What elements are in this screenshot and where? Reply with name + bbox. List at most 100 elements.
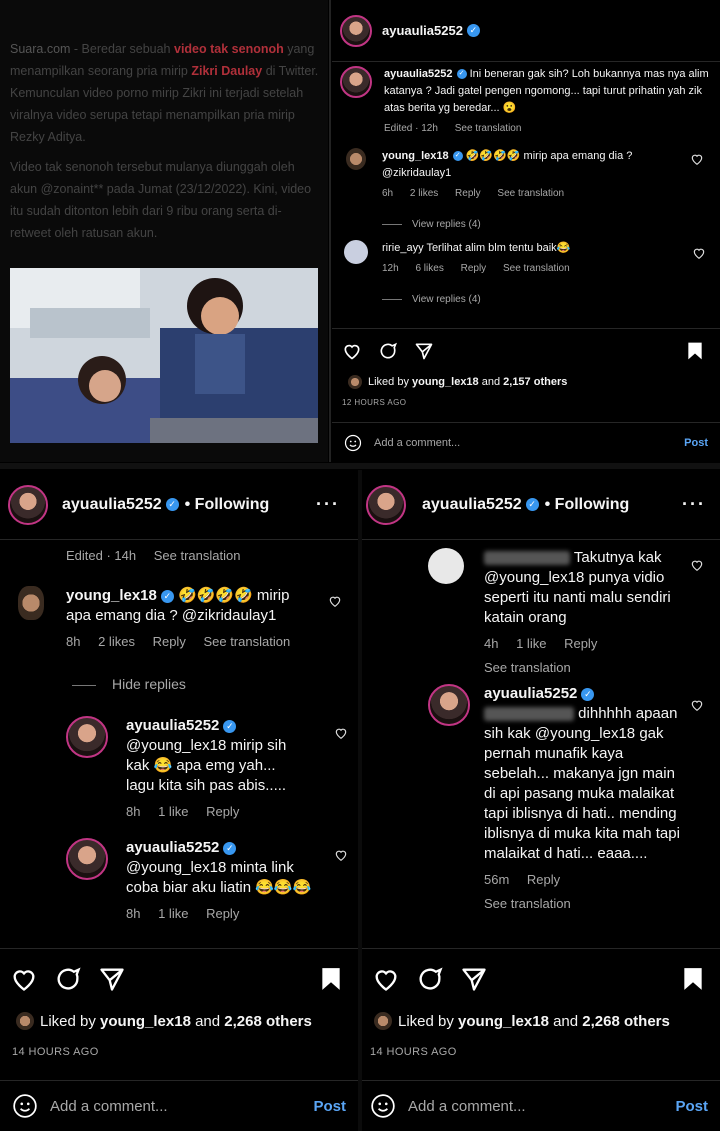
owner-avatar[interactable] bbox=[8, 484, 48, 525]
more-icon[interactable]: ··· bbox=[316, 494, 340, 515]
avatar[interactable] bbox=[18, 586, 44, 620]
avatar[interactable] bbox=[344, 240, 368, 264]
avatar[interactable] bbox=[66, 838, 108, 880]
reply-button[interactable]: Reply bbox=[461, 263, 487, 274]
owner-username[interactable]: ayuaulia5252 bbox=[422, 496, 522, 514]
likes-count[interactable]: 1 like bbox=[158, 906, 188, 921]
comment-username[interactable]: ririe_ayy bbox=[382, 242, 424, 254]
bookmark-icon[interactable] bbox=[320, 966, 342, 992]
heart-icon[interactable] bbox=[690, 558, 704, 572]
comment-input[interactable]: Add a comment... bbox=[50, 1098, 168, 1115]
more-icon[interactable]: ··· bbox=[682, 494, 706, 515]
comment-item: Takutnya kak @young_lex18 punya vidio se… bbox=[428, 548, 718, 678]
comment-username[interactable]: ayuaulia5252 bbox=[484, 685, 577, 702]
heart-icon[interactable] bbox=[328, 594, 342, 608]
heart-icon[interactable] bbox=[690, 698, 704, 712]
see-translation-link[interactable]: See translation bbox=[503, 263, 570, 274]
comment-input[interactable]: Add a comment... bbox=[408, 1098, 526, 1115]
owner-username[interactable]: ayuaulia5252 bbox=[382, 23, 463, 38]
comment-username[interactable]: ayuaulia5252 bbox=[126, 717, 219, 734]
heart-icon[interactable] bbox=[690, 152, 704, 166]
blurred-username bbox=[484, 707, 574, 722]
see-translation-link[interactable]: See translation bbox=[154, 548, 241, 563]
bookmark-icon[interactable] bbox=[682, 966, 704, 992]
avatar bbox=[348, 375, 362, 389]
post-button[interactable]: Post bbox=[675, 1098, 708, 1115]
heart-icon[interactable] bbox=[342, 341, 362, 361]
owner-username[interactable]: ayuaulia5252 bbox=[62, 496, 162, 514]
likes-count[interactable]: 2 likes bbox=[98, 634, 135, 649]
comment-username[interactable]: ayuaulia5252 bbox=[126, 839, 219, 856]
hide-replies-button[interactable]: Hide replies bbox=[112, 676, 186, 692]
emoji-icon[interactable] bbox=[370, 1093, 396, 1119]
see-translation-link[interactable]: See translation bbox=[497, 188, 564, 199]
reply-button[interactable]: Reply bbox=[206, 906, 239, 921]
share-icon[interactable] bbox=[98, 965, 126, 993]
owner-avatar[interactable] bbox=[340, 14, 372, 47]
verified-icon: ✓ bbox=[160, 589, 174, 603]
emoji-icon[interactable] bbox=[12, 1093, 38, 1119]
see-translation-link[interactable]: See translation bbox=[484, 658, 684, 678]
heart-icon[interactable] bbox=[10, 965, 38, 993]
avatar[interactable] bbox=[66, 716, 108, 758]
avatar[interactable] bbox=[340, 66, 372, 98]
post-button[interactable]: Post bbox=[313, 1098, 346, 1115]
reply-item: ayuaulia5252 ✓ @young_lex18 minta link co… bbox=[66, 838, 350, 924]
likes-count[interactable]: 2 likes bbox=[410, 188, 438, 199]
verified-icon: ✓ bbox=[165, 498, 179, 511]
see-translation-link[interactable]: See translation bbox=[203, 634, 290, 649]
liked-by[interactable]: Liked by young_lex18 and 2,268 others bbox=[374, 1012, 670, 1030]
article-paragraph-1: Suara.com - Beredar sebuah video tak sen… bbox=[10, 42, 319, 144]
comment-item: young_lex18 ✓ 🤣🤣🤣🤣 mirip apa emang dia ? … bbox=[18, 586, 350, 652]
comment-username[interactable]: young_lex18 bbox=[382, 150, 449, 162]
owner-avatar[interactable] bbox=[366, 484, 406, 525]
reply-button[interactable]: Reply bbox=[153, 634, 186, 649]
see-translation-link[interactable]: See translation bbox=[484, 894, 684, 914]
article-screenshot: Suara.com - Beredar sebuah video tak sen… bbox=[0, 0, 328, 462]
post-button[interactable]: Post bbox=[684, 437, 708, 449]
comment-input[interactable]: Add a comment... bbox=[374, 437, 460, 449]
article-link-1[interactable]: video tak senonoh bbox=[174, 42, 284, 56]
avatar[interactable] bbox=[346, 148, 366, 170]
divider bbox=[329, 0, 331, 462]
comment-text: @young_lex18 minta link coba biar aku li… bbox=[126, 859, 312, 896]
view-replies-button[interactable]: View replies (4) bbox=[412, 294, 481, 305]
likes-count[interactable]: 1 like bbox=[158, 804, 188, 819]
caption: ayuaulia5252 ✓ Ini beneran gak sih? Loh b… bbox=[340, 66, 710, 137]
comment-icon[interactable] bbox=[54, 965, 82, 993]
heart-icon[interactable] bbox=[692, 246, 706, 260]
liked-by[interactable]: Liked by young_lex18 and 2,157 others bbox=[348, 375, 567, 389]
see-translation-link[interactable]: See translation bbox=[455, 123, 522, 134]
reply-button[interactable]: Reply bbox=[527, 872, 560, 887]
article-link-2[interactable]: Zikri Daulay bbox=[191, 64, 262, 78]
share-icon[interactable] bbox=[460, 965, 488, 993]
following-button[interactable]: • Following bbox=[545, 496, 630, 514]
avatar[interactable] bbox=[428, 548, 464, 584]
heart-icon[interactable] bbox=[334, 726, 348, 740]
heart-icon[interactable] bbox=[372, 965, 400, 993]
avatar[interactable] bbox=[428, 684, 470, 726]
reply-button[interactable]: Reply bbox=[206, 804, 239, 819]
comment-item: young_lex18 ✓ 🤣🤣🤣🤣 mirip apa emang dia ? … bbox=[346, 148, 706, 233]
reply-button[interactable]: Reply bbox=[455, 188, 481, 199]
verified-icon: ✓ bbox=[466, 24, 480, 37]
liked-by[interactable]: Liked by young_lex18 and 2,268 others bbox=[16, 1012, 312, 1030]
verified-icon: ✓ bbox=[456, 69, 467, 80]
action-bar bbox=[0, 948, 358, 1008]
reply-button[interactable]: Reply bbox=[564, 636, 597, 651]
bookmark-icon[interactable] bbox=[686, 341, 704, 361]
comment-username[interactable]: young_lex18 bbox=[66, 587, 157, 604]
share-icon[interactable] bbox=[414, 341, 434, 361]
comment-icon[interactable] bbox=[378, 341, 398, 361]
view-replies-button[interactable]: View replies (4) bbox=[412, 219, 481, 230]
heart-icon[interactable] bbox=[334, 848, 348, 862]
add-comment-bar: Add a comment... Post bbox=[332, 422, 720, 462]
emoji-icon[interactable] bbox=[344, 434, 362, 452]
likes-count[interactable]: 1 like bbox=[516, 636, 546, 651]
caption-username[interactable]: ayuaulia5252 bbox=[384, 68, 453, 80]
comment-icon[interactable] bbox=[416, 965, 444, 993]
following-button[interactable]: • Following bbox=[185, 496, 270, 514]
verified-icon: ✓ bbox=[525, 498, 539, 511]
post-panel-top: ayuaulia5252 ✓ ayuaulia5252 ✓ Ini beneran… bbox=[332, 0, 720, 462]
likes-count[interactable]: 6 likes bbox=[415, 263, 443, 274]
